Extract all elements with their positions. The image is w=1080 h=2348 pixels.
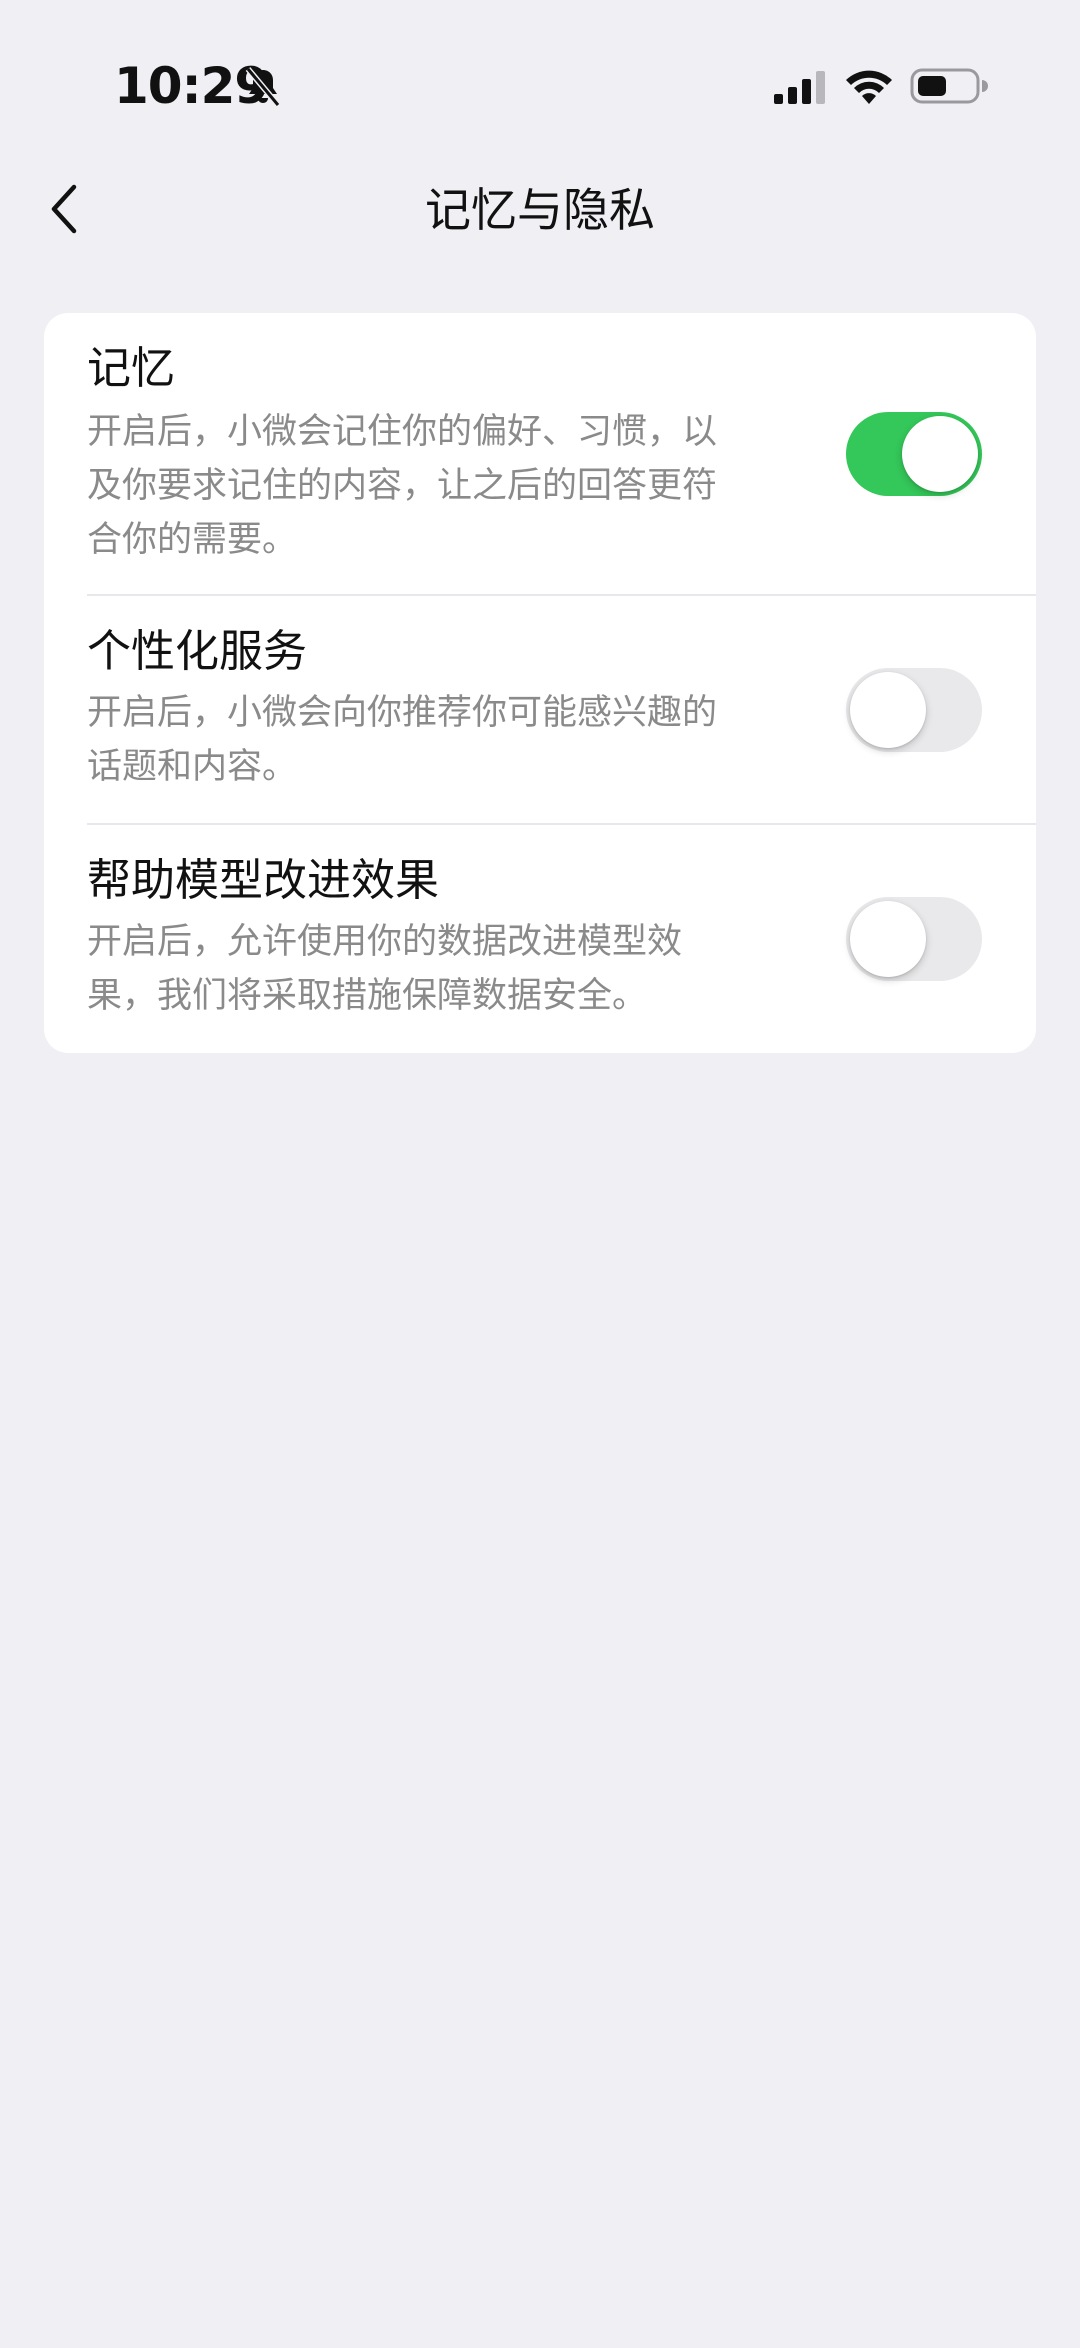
setting-title: 帮助模型改进效果 bbox=[87, 855, 439, 906]
setting-title: 个性化服务 bbox=[87, 626, 307, 677]
setting-row-personalization: 个性化服务 开启后，小微会向你推荐你可能感兴趣的 话题和内容。 bbox=[44, 596, 1036, 824]
settings-card: 记忆 开启后，小微会记住你的偏好、习惯，以 及你要求记住的内容，让之后的回答更符… bbox=[44, 313, 1036, 1053]
description-line: 开启后，小微会记住你的偏好、习惯，以 bbox=[87, 412, 718, 452]
screen: 10:29 记忆与隐私 记忆 开启后，小微会记住你的偏好、习惯，以 及你要求记住… bbox=[0, 0, 1080, 2348]
cellular-signal-icon bbox=[774, 71, 825, 104]
setting-row-memory: 记忆 开启后，小微会记住你的偏好、习惯，以 及你要求记住的内容，让之后的回答更符… bbox=[44, 313, 1036, 595]
setting-description: 开启后，小微会向你推荐你可能感兴趣的 话题和内容。 bbox=[87, 686, 807, 794]
battery-icon bbox=[910, 68, 988, 104]
model-improvement-toggle[interactable] bbox=[846, 897, 982, 981]
description-line: 及你要求记住的内容，让之后的回答更符 bbox=[87, 466, 718, 506]
setting-row-model-improvement: 帮助模型改进效果 开启后，允许使用你的数据改进模型效 果，我们将采取措施保障数据… bbox=[44, 825, 1036, 1053]
description-line: 开启后，允许使用你的数据改进模型效 bbox=[87, 922, 683, 962]
memory-toggle[interactable] bbox=[846, 412, 982, 496]
nav-bar: 记忆与隐私 bbox=[0, 150, 1080, 276]
description-line: 合你的需要。 bbox=[87, 520, 298, 560]
description-line: 开启后，小微会向你推荐你可能感兴趣的 bbox=[87, 693, 718, 733]
toggle-knob bbox=[902, 416, 978, 492]
personalization-toggle[interactable] bbox=[846, 668, 982, 752]
bell-slash-icon bbox=[245, 67, 281, 107]
setting-title: 记忆 bbox=[87, 343, 175, 394]
toggle-knob bbox=[850, 901, 926, 977]
status-bar: 10:29 bbox=[0, 0, 1080, 150]
wifi-icon bbox=[846, 70, 892, 104]
setting-description: 开启后，允许使用你的数据改进模型效 果，我们将采取措施保障数据安全。 bbox=[87, 915, 807, 1023]
toggle-knob bbox=[850, 672, 926, 748]
setting-description: 开启后，小微会记住你的偏好、习惯，以 及你要求记住的内容，让之后的回答更符 合你… bbox=[87, 405, 807, 567]
description-line: 果，我们将采取措施保障数据安全。 bbox=[87, 976, 648, 1016]
page-title: 记忆与隐私 bbox=[425, 183, 655, 237]
description-line: 话题和内容。 bbox=[87, 747, 298, 787]
